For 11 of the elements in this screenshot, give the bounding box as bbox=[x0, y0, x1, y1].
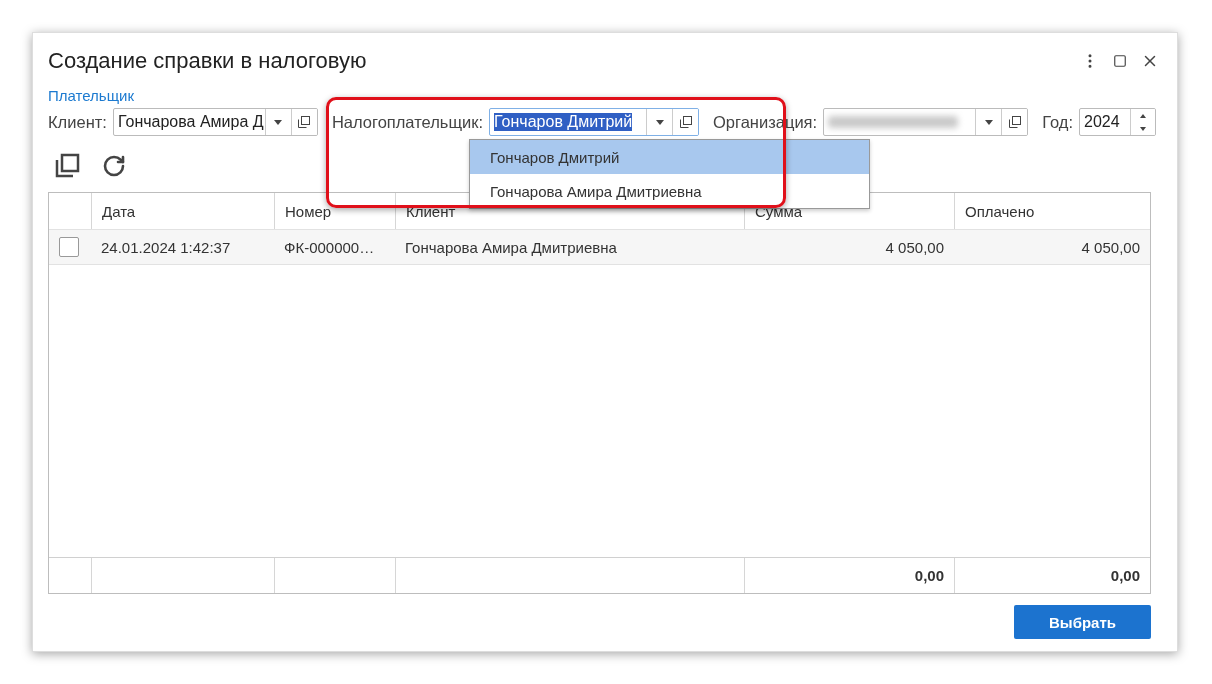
field-label: Налогоплательщик: bbox=[331, 112, 483, 132]
total-cell: 0,00 bbox=[954, 558, 1150, 593]
table-cell-text: 4 050,00 bbox=[884, 237, 945, 258]
field-label: Год: bbox=[1042, 112, 1073, 132]
table-cell-text: Гончарова Амира Дмитриевна bbox=[404, 237, 618, 258]
total-cell: 0,00 bbox=[744, 558, 954, 593]
table-cell-text: ФК-000000… bbox=[283, 237, 376, 258]
table-cell-text: 24.01.2024 1:42:37 bbox=[100, 237, 232, 258]
field-label: Клиент: bbox=[48, 112, 107, 132]
window-title: Создание справки в налоговую bbox=[48, 48, 367, 74]
table-cell-text: 4 050,00 bbox=[1080, 237, 1141, 258]
